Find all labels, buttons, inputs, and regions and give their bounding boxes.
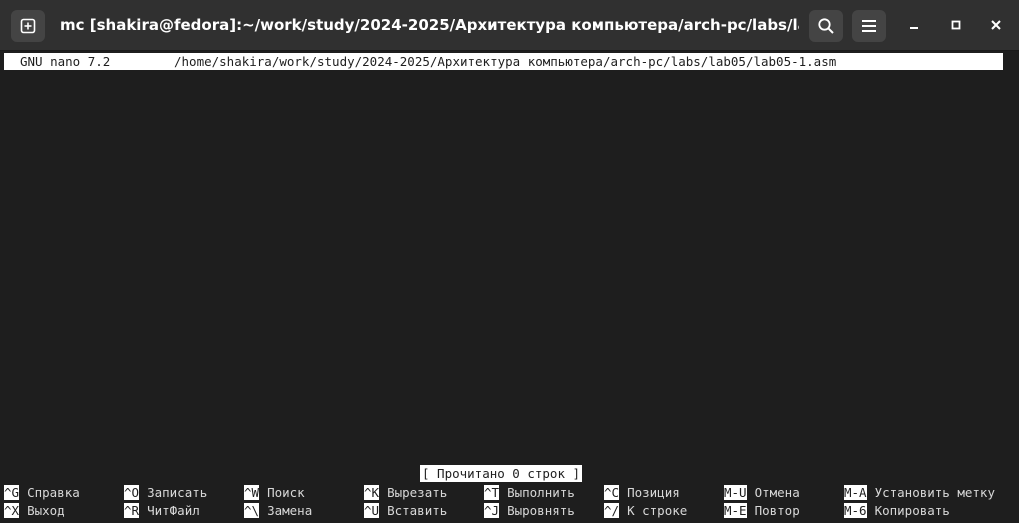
new-tab-button[interactable] [11, 10, 45, 42]
shortcut-exit[interactable]: ^X Выход [4, 502, 65, 520]
search-button[interactable] [809, 10, 843, 42]
menu-button[interactable] [852, 10, 886, 42]
shortcut-execute[interactable]: ^T Выполнить [484, 484, 575, 502]
shortcut-location[interactable]: ^C Позиция [604, 484, 680, 502]
shortcut-redo[interactable]: M-E Повтор [724, 502, 800, 520]
maximize-icon [951, 20, 961, 30]
shortcut-replace[interactable]: ^\ Замена [244, 502, 312, 520]
shortcut-go-to-line[interactable]: ^/К строке [604, 502, 687, 520]
nano-header-bar: GNU nano 7.2 /home/shakira/work/study/20… [4, 53, 1003, 70]
shortcut-read-file[interactable]: ^R ЧитФайл [124, 502, 200, 520]
title-bar: mc [shakira@fedora]:~/work/study/2024-20… [0, 0, 1019, 51]
hamburger-menu-icon [862, 20, 876, 32]
minimize-icon [910, 27, 918, 29]
nano-file-path: /home/shakira/work/study/2024-2025/Архит… [174, 54, 837, 69]
shortcut-justify[interactable]: ^J Выровнять [484, 502, 575, 520]
shortcut-cut[interactable]: ^K Вырезать [364, 484, 447, 502]
close-icon [991, 20, 1001, 30]
nano-version: GNU nano 7.2 [20, 54, 111, 69]
shortcut-set-mark[interactable]: M-A Установить метку [844, 484, 995, 502]
close-button[interactable] [984, 13, 1008, 37]
shortcut-undo[interactable]: M-U Отмена [724, 484, 800, 502]
shortcut-help[interactable]: ^G Справка [4, 484, 80, 502]
terminal-window: mc [shakira@fedora]:~/work/study/2024-20… [0, 0, 1019, 523]
shortcut-write-out[interactable]: ^O Записать [124, 484, 207, 502]
nano-status-message: [ Прочитано 0 строк ] [420, 465, 583, 482]
minimize-button[interactable] [902, 13, 926, 37]
shortcut-copy[interactable]: M-6 Копировать [844, 502, 950, 520]
maximize-button[interactable] [944, 13, 968, 37]
shortcut-paste[interactable]: ^U Вставить [364, 502, 447, 520]
search-icon [818, 18, 834, 34]
terminal-content[interactable]: GNU nano 7.2 /home/shakira/work/study/20… [0, 51, 1019, 523]
window-title: mc [shakira@fedora]:~/work/study/2024-20… [60, 16, 799, 34]
shortcut-where-is[interactable]: ^W Поиск [244, 484, 305, 502]
new-tab-icon [20, 18, 36, 34]
